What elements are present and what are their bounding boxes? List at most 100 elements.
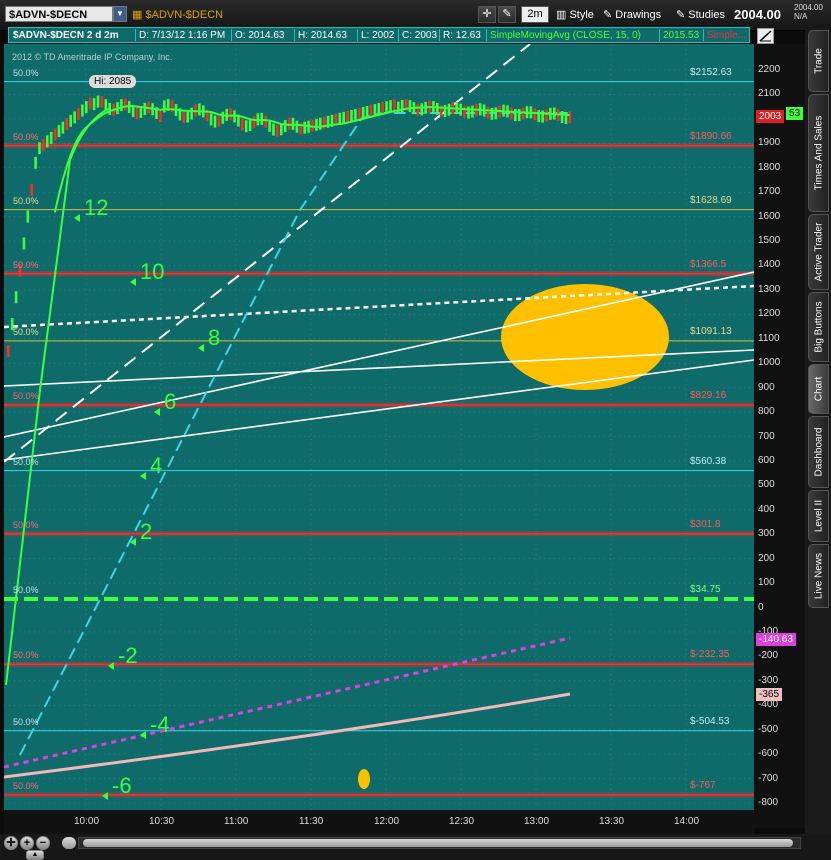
price-bar bbox=[397, 101, 400, 114]
aggregation-button[interactable]: 2m bbox=[521, 6, 549, 23]
tab-active-trader[interactable]: Active Trader bbox=[808, 214, 829, 290]
price-bar bbox=[315, 118, 318, 131]
style-menu[interactable]: ▥ Style bbox=[556, 8, 594, 21]
price-bar bbox=[393, 99, 396, 112]
expand-button[interactable]: ▲ bbox=[26, 850, 44, 860]
tab-big-buttons[interactable]: Big Buttons bbox=[808, 292, 829, 362]
tab-trade[interactable]: Trade bbox=[808, 30, 829, 92]
price-bar bbox=[510, 107, 513, 120]
price-bar bbox=[135, 107, 139, 120]
studies-menu[interactable]: ✎ Studies bbox=[676, 8, 725, 21]
price-bar bbox=[521, 107, 525, 120]
x-tick-label: 11:00 bbox=[224, 816, 249, 827]
fib-percent-label: 50.0% bbox=[13, 259, 39, 270]
studies-icon: ✎ bbox=[676, 9, 689, 21]
sma-label: SimpleMovingAvg (CLOSE, 15, 0) bbox=[490, 30, 641, 41]
price-bar bbox=[7, 344, 10, 357]
chart-info-bar: $ADVN-$DECN 2 d 2m D: 7/13/12 1:16 PM O:… bbox=[8, 27, 750, 43]
time-scrollbar[interactable] bbox=[78, 837, 801, 849]
trendline-white bbox=[4, 359, 754, 461]
y-tick-label: 700 bbox=[758, 430, 775, 442]
chart-canvas[interactable] bbox=[4, 44, 754, 828]
time-axis[interactable]: 10:00 10:30 11:00 11:30 12:00 12:30 13:00 13:30… bbox=[4, 810, 754, 834]
price-bar bbox=[198, 103, 201, 116]
price-bar bbox=[354, 108, 357, 121]
bar-low: L: 2002 bbox=[361, 30, 395, 41]
fib-percent-label: 50.0% bbox=[13, 131, 39, 142]
x-tick-label: 14:00 bbox=[674, 816, 700, 827]
zoom-in-button[interactable]: + bbox=[20, 836, 34, 850]
price-bar bbox=[229, 108, 232, 121]
y-tick-label: -200 bbox=[758, 650, 779, 662]
x-tick-label: 12:30 bbox=[449, 816, 475, 827]
price-axis[interactable]: 2200210020001900180017001600150014001300… bbox=[754, 44, 805, 828]
y-tick-label: 1200 bbox=[758, 308, 781, 320]
price-bar bbox=[217, 114, 221, 127]
scrollbar-thumb[interactable] bbox=[83, 839, 793, 847]
symbol-dropdown-button[interactable]: ▼ bbox=[113, 6, 127, 22]
fib-percent-label: 50.0% bbox=[13, 195, 39, 206]
pan-button[interactable]: ✛ bbox=[4, 836, 18, 850]
minus-icon: − bbox=[39, 837, 47, 849]
price-bar bbox=[416, 103, 420, 116]
y-tick-label: 1900 bbox=[758, 137, 781, 149]
crosshair-tool-button[interactable]: ✛ bbox=[478, 6, 496, 23]
y-tick-label: 2100 bbox=[758, 88, 781, 100]
price-bar bbox=[186, 110, 189, 123]
price-bar bbox=[533, 108, 537, 121]
drawing-tool-button[interactable] bbox=[757, 28, 774, 44]
y-tick-label: 2200 bbox=[758, 64, 781, 75]
y-tick-label: 1100 bbox=[758, 332, 780, 344]
symbol-input[interactable]: $ADVN-$DECN bbox=[5, 6, 113, 22]
zoom-out-button[interactable]: − bbox=[36, 836, 50, 850]
price-bar bbox=[22, 237, 26, 250]
fib-percent-label: 50.0% bbox=[13, 650, 39, 661]
bar-range: R: 12.63 bbox=[443, 30, 481, 41]
wave-count-label: 12 bbox=[84, 195, 109, 220]
fib-percent-label: 50.0% bbox=[13, 456, 39, 467]
chevron-down-icon: ▼ bbox=[116, 9, 124, 18]
price-bar bbox=[69, 114, 72, 127]
scroll-left-button[interactable] bbox=[62, 837, 76, 849]
price-bar bbox=[241, 118, 244, 131]
crosshair-icon: ✛ bbox=[482, 8, 492, 20]
price-bar bbox=[361, 107, 365, 120]
wave-marker-icon bbox=[140, 731, 146, 739]
price-bar bbox=[34, 156, 37, 169]
price-bar bbox=[124, 98, 127, 111]
tab-live-news[interactable]: Live News bbox=[808, 544, 829, 608]
price-bar bbox=[81, 104, 84, 117]
price-bar bbox=[276, 124, 279, 137]
wave-count-label: -2 bbox=[118, 643, 138, 668]
fib-percent-label: 50.0% bbox=[13, 390, 39, 401]
tab-chart[interactable]: Chart bbox=[808, 364, 829, 414]
chart-title: $ADVN-$DECN 2 d 2m bbox=[13, 30, 119, 41]
pencil-icon: ✎ bbox=[603, 9, 616, 21]
price-bar bbox=[248, 119, 252, 132]
price-bar bbox=[350, 109, 353, 122]
tab-dashboard[interactable]: Dashboard bbox=[808, 416, 829, 488]
fib-price-label: $1366.5 bbox=[690, 258, 727, 270]
price-bar bbox=[61, 121, 65, 134]
y-tick-label: 1500 bbox=[758, 235, 781, 247]
y-tick-label: 1400 bbox=[758, 259, 781, 271]
drawings-menu[interactable]: ✎ Drawings bbox=[603, 8, 661, 21]
fib-percent-label: 50.0% bbox=[13, 67, 39, 78]
y-tick-label: 1600 bbox=[758, 210, 781, 222]
tab-times-and-sales[interactable]: Times And Sales bbox=[808, 94, 829, 212]
price-bar bbox=[342, 111, 345, 124]
fib-percent-label: 50.0% bbox=[13, 326, 39, 337]
chart-plot-area[interactable] bbox=[4, 44, 754, 828]
price-bar bbox=[389, 100, 392, 113]
price-bar bbox=[514, 109, 517, 122]
fib-price-label: $2152.63 bbox=[690, 66, 732, 78]
bar-date: D: 7/13/12 1:16 PM bbox=[139, 30, 226, 41]
x-tick-label: 12:00 bbox=[374, 816, 400, 827]
fib-price-label: $-767 bbox=[690, 779, 716, 791]
bar-close: C: 2003 bbox=[402, 30, 438, 41]
wrench-tool-button[interactable]: ✎ bbox=[498, 6, 516, 23]
price-bar bbox=[182, 110, 186, 123]
tab-level-ii[interactable]: Level II bbox=[808, 490, 829, 542]
price-bar bbox=[213, 115, 217, 128]
sma-value: 2015.53 bbox=[663, 30, 700, 41]
